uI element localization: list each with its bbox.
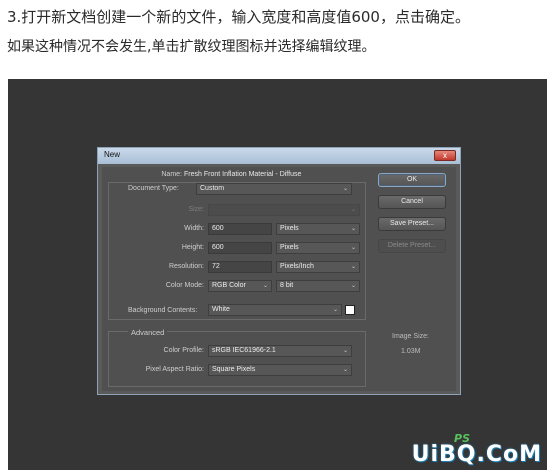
close-button[interactable]: x (434, 150, 456, 161)
bit-depth-select[interactable]: 8 bit ⌄ (276, 280, 360, 292)
width-unit-value: Pixels (280, 225, 299, 232)
advanced-label[interactable]: Advanced (128, 328, 168, 337)
save-preset-button[interactable]: Save Preset... (378, 217, 446, 231)
instruction-line-1: 3.打开新文档创建一个新的文件，输入宽度和高度值600，点击确定。 (7, 8, 470, 26)
name-label: Name: (161, 171, 182, 178)
chevron-down-icon: ⌄ (342, 367, 348, 373)
advanced-group (108, 331, 366, 387)
width-input[interactable]: 600 (208, 223, 272, 235)
document-type-select[interactable]: Custom ⌄ (196, 183, 352, 195)
color-profile-value: sRGB IEC61966-2.1 (212, 347, 276, 354)
dialog-title: New (104, 150, 121, 159)
color-profile-select[interactable]: sRGB IEC61966-2.1 ⌄ (208, 345, 352, 357)
background-color-swatch[interactable] (345, 305, 355, 315)
ok-button[interactable]: OK (378, 173, 446, 187)
new-document-dialog: New x Name: Fresh Front Inflation Materi… (97, 147, 461, 395)
resolution-unit-value: Pixels/Inch (280, 263, 314, 270)
color-mode-label: Color Mode: (165, 282, 204, 289)
width-unit-select[interactable]: Pixels ⌄ (276, 223, 360, 235)
chevron-down-icon: ⌄ (350, 245, 356, 251)
document-type-label: Document Type: (128, 185, 179, 192)
height-unit-value: Pixels (280, 244, 299, 251)
dialog-body: Name: Fresh Front Inflation Material - D… (102, 167, 456, 391)
width-label: Width: (184, 225, 204, 232)
instruction-line-2: 如果这种情况不会发生,单击扩散纹理图标并选择编辑纹理。 (7, 39, 376, 55)
height-label: Height: (181, 244, 204, 251)
size-select: ⌄ (208, 204, 360, 216)
background-label: Background Contents: (128, 307, 198, 314)
size-label: Size: (188, 206, 204, 213)
chevron-down-icon: ⌄ (350, 207, 356, 213)
cancel-button[interactable]: Cancel (378, 195, 446, 209)
resolution-unit-select[interactable]: Pixels/Inch ⌄ (276, 261, 360, 273)
delete-preset-button: Delete Preset... (378, 239, 446, 253)
chevron-down-icon: ⌄ (342, 348, 348, 354)
chevron-down-icon: ⌄ (262, 283, 268, 289)
color-mode-select[interactable]: RGB Color ⌄ (208, 280, 272, 292)
pixel-aspect-select[interactable]: Square Pixels ⌄ (208, 364, 352, 376)
background-select[interactable]: White ⌄ (208, 304, 342, 316)
pixel-aspect-value: Square Pixels (212, 366, 256, 373)
document-type-value: Custom (200, 185, 225, 192)
image-size-label: Image Size: (392, 333, 429, 340)
resolution-label: Resolution: (168, 263, 204, 270)
chevron-down-icon: ⌄ (332, 307, 338, 313)
height-unit-select[interactable]: Pixels ⌄ (276, 242, 360, 254)
name-field[interactable]: Fresh Front Inflation Material - Diffuse (184, 171, 301, 178)
background-value: White (212, 306, 230, 313)
resolution-input[interactable]: 72 (208, 261, 272, 273)
chevron-down-icon: ⌄ (350, 226, 356, 232)
height-input[interactable]: 600 (208, 242, 272, 254)
pixel-aspect-label: Pixel Aspect Ratio: (145, 366, 204, 373)
color-mode-value: RGB Color (212, 282, 246, 289)
chevron-down-icon: ⌄ (342, 186, 348, 192)
chevron-down-icon: ⌄ (350, 283, 356, 289)
bit-depth-value: 8 bit (280, 282, 294, 289)
chevron-down-icon: ⌄ (350, 264, 356, 270)
image-size-value: 1.03M (401, 348, 421, 355)
close-icon: x (443, 151, 447, 160)
color-profile-label: Color Profile: (163, 347, 204, 354)
dialog-titlebar[interactable]: New x (98, 148, 460, 164)
watermark-logo: UiBQ.CoM (411, 442, 542, 467)
